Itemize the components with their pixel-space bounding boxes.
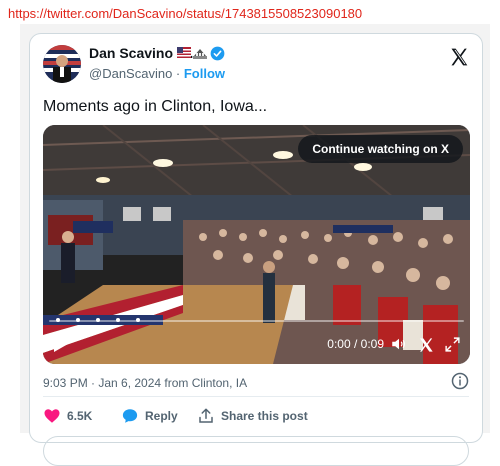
like-button[interactable]: 6.5K: [43, 406, 92, 426]
info-icon[interactable]: [451, 372, 469, 390]
like-count: 6.5K: [67, 409, 93, 423]
video-progress-bar[interactable]: [49, 320, 464, 322]
handle[interactable]: @DanScavino: [89, 66, 172, 81]
reply-button[interactable]: Reply: [121, 406, 178, 426]
reply-label: Reply: [145, 409, 178, 423]
divider: [43, 396, 469, 397]
video-player[interactable]: Continue watching on X 0:00 / 0:09: [43, 125, 470, 364]
x-watermark-icon[interactable]: [418, 337, 434, 353]
volume-icon[interactable]: [390, 335, 408, 353]
handle-line: @DanScavino · Follow: [89, 66, 225, 81]
expand-icon[interactable]: [444, 336, 461, 353]
share-button[interactable]: Share this post: [197, 406, 308, 426]
play-icon[interactable]: [53, 335, 69, 353]
action-bar: 6.5K Reply Share this post: [43, 406, 463, 426]
share-label: Share this post: [221, 409, 308, 423]
follow-button[interactable]: Follow: [184, 66, 225, 81]
read-replies-button[interactable]: [43, 436, 469, 466]
x-logo-icon[interactable]: [449, 47, 469, 67]
avatar[interactable]: [43, 45, 81, 83]
flag-and-landmark-icon: [177, 47, 207, 59]
reply-bubble-icon: [122, 409, 138, 423]
verified-icon: [210, 46, 225, 61]
tweet-card: Dan Scavino Jr. @DanScavino · Follow Mom…: [29, 33, 483, 466]
continue-watching-button[interactable]: Continue watching on X: [298, 135, 463, 163]
tweet-text: Moments ago in Clinton, Iowa...: [43, 98, 268, 115]
separator: ·: [172, 66, 184, 81]
share-icon: [199, 408, 213, 423]
video-timecode: 0:00 / 0:09: [327, 337, 384, 351]
tweet-timestamp[interactable]: 9:03 PM · Jan 6, 2024 from Clinton, IA: [43, 376, 247, 390]
source-link[interactable]: https://twitter.com/DanScavino/status/17…: [8, 6, 362, 21]
heart-icon: [44, 409, 60, 423]
